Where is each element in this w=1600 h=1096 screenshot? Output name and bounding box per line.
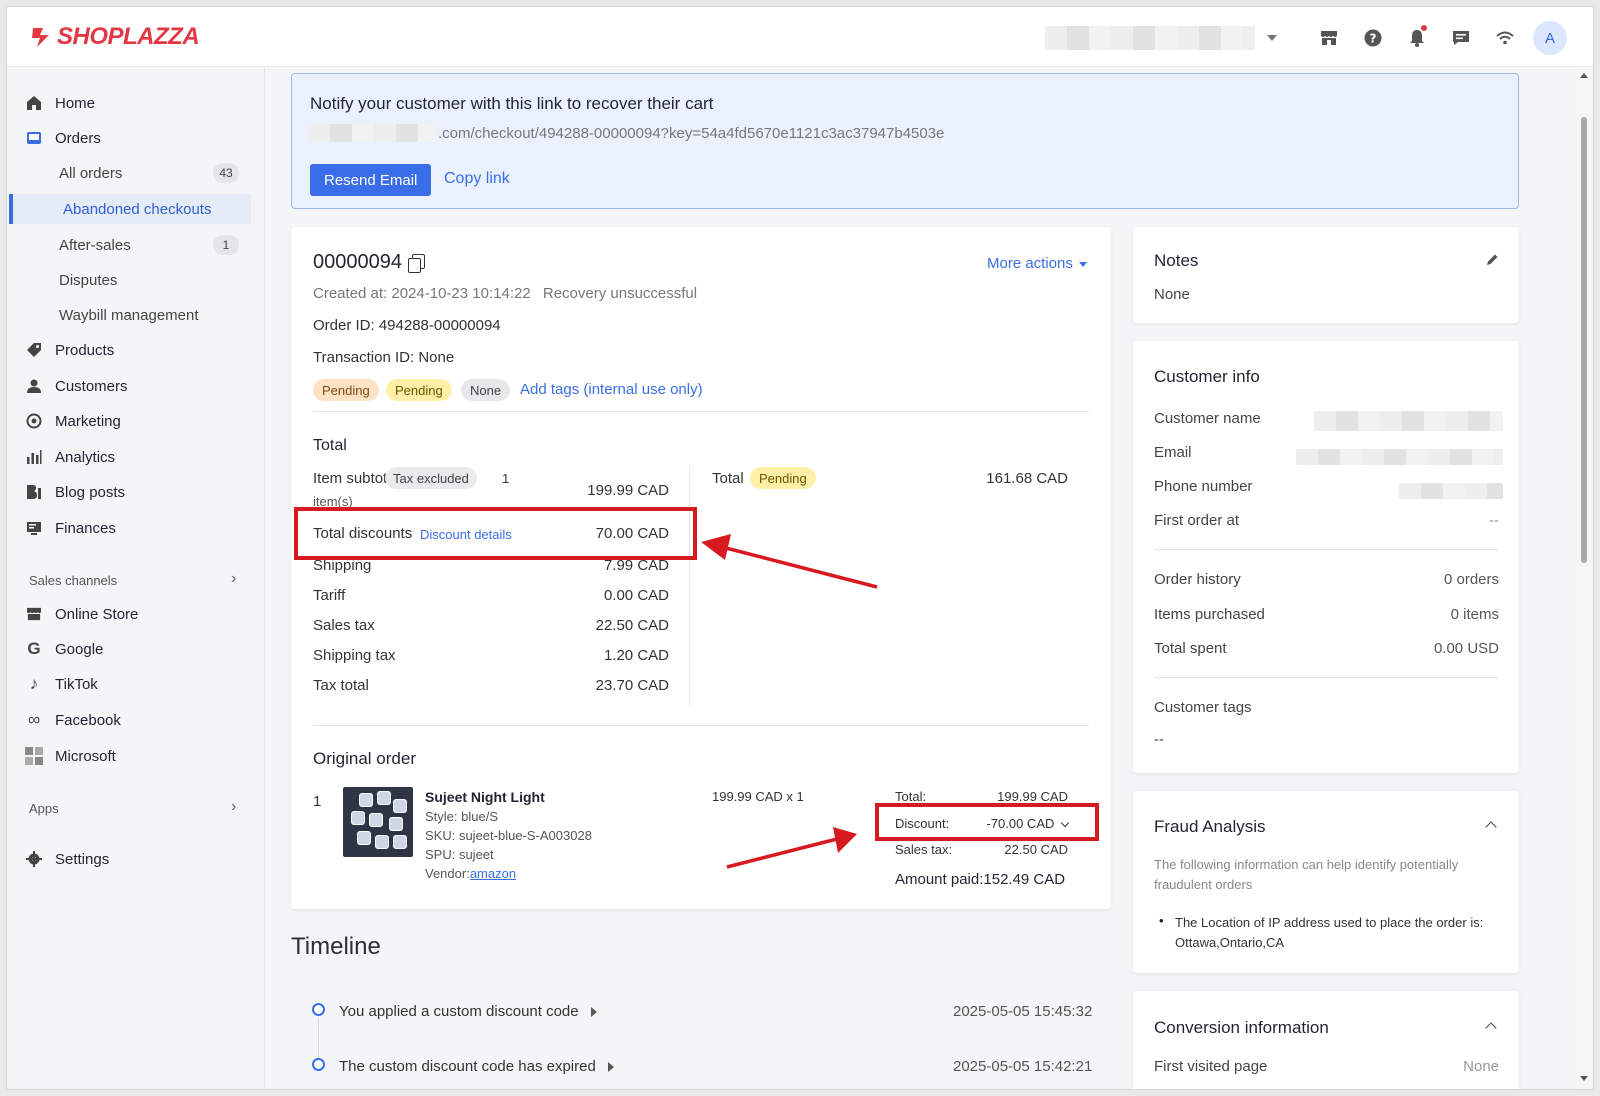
browser-frame: SHOPLAZZA ? A Home Orders All orders 43 … — [6, 6, 1594, 1090]
scroll-thumb[interactable] — [1581, 117, 1587, 563]
notes-title: Notes — [1154, 251, 1199, 270]
first-order-label: First order at — [1154, 512, 1240, 529]
customer-tags-value: -- — [1154, 731, 1164, 748]
divider — [1154, 549, 1498, 550]
customer-name-redacted — [1314, 411, 1503, 431]
divider — [1154, 677, 1498, 678]
total-spent-value: 0.00 USD — [1433, 640, 1499, 657]
caret-right-icon — [607, 1062, 614, 1073]
first-order-value: -- — [1489, 512, 1499, 529]
caret-right-icon — [590, 1007, 597, 1018]
timeline-event[interactable]: The custom discount code has expired — [339, 1058, 614, 1075]
phone-redacted — [1399, 483, 1503, 499]
items-purchased-value: 0 items — [1450, 606, 1499, 623]
notes-value: None — [1154, 286, 1190, 303]
total-spent-label: Total spent — [1154, 640, 1227, 657]
email-label: Email — [1154, 444, 1192, 461]
notes-card: Notes None — [1133, 227, 1519, 323]
pencil-icon[interactable] — [1485, 253, 1499, 267]
timeline-event-text: The custom discount code has expired — [339, 1058, 596, 1075]
customer-info-title: Customer info — [1154, 367, 1260, 386]
customer-tags-label: Customer tags — [1154, 699, 1252, 716]
chevron-up-icon[interactable] — [1485, 1022, 1497, 1034]
timeline-dot — [312, 1003, 325, 1016]
items-purchased-label: Items purchased — [1154, 606, 1265, 623]
first-page-value: None — [1463, 1058, 1499, 1075]
timeline-time: 2025-05-05 15:45:32 — [953, 1003, 1093, 1020]
timeline-title: Timeline — [291, 933, 381, 960]
timeline-line — [318, 1017, 319, 1062]
timeline-event-text: You applied a custom discount code — [339, 1003, 579, 1020]
fraud-bullet: The Location of IP address used to place… — [1175, 915, 1484, 950]
bullet-icon: • — [1159, 913, 1164, 928]
timeline-dot — [312, 1058, 325, 1071]
customer-name-label: Customer name — [1154, 410, 1261, 427]
conversion-card: Conversion information First visited pag… — [1133, 991, 1519, 1089]
fraud-title: Fraud Analysis — [1154, 817, 1266, 836]
chevron-up-icon[interactable] — [1485, 821, 1497, 833]
phone-label: Phone number — [1154, 478, 1253, 495]
conversion-title: Conversion information — [1154, 1018, 1329, 1037]
fraud-analysis-card: Fraud Analysis The following information… — [1133, 791, 1519, 973]
customer-info-card: Customer info Customer name Email Phone … — [1133, 341, 1519, 773]
timeline-time: 2025-05-05 15:42:21 — [953, 1058, 1093, 1075]
fraud-note: The following information can help ident… — [1154, 857, 1459, 892]
first-page-label: First visited page — [1154, 1058, 1268, 1075]
scrollbar[interactable] — [1577, 67, 1591, 1089]
timeline-event[interactable]: You applied a custom discount code — [339, 1003, 597, 1020]
email-redacted — [1296, 449, 1503, 465]
scroll-down-arrow-icon[interactable] — [1580, 1076, 1588, 1081]
scroll-up-arrow-icon[interactable] — [1580, 73, 1588, 78]
order-history-label: Order history — [1154, 571, 1241, 588]
order-history-value: 0 orders — [1443, 571, 1499, 588]
